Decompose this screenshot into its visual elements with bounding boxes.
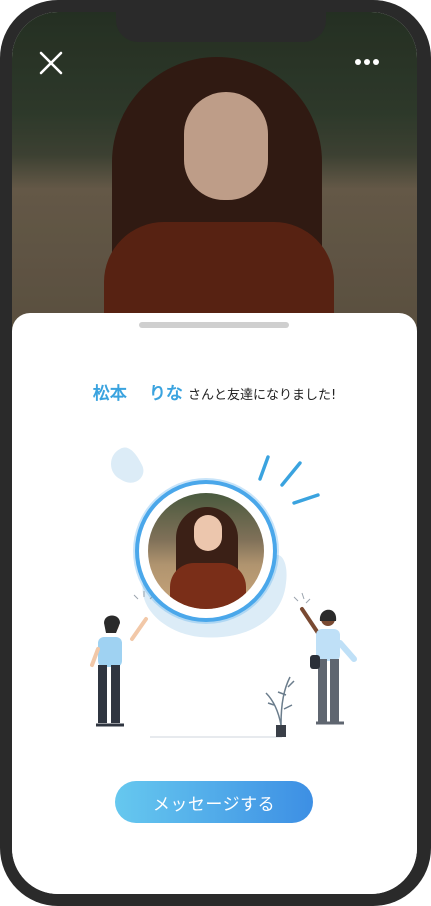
screen: 松本 りな さんと友達になりました! メッセージする: [12, 12, 417, 894]
friend-avatar: [135, 480, 277, 622]
plant-decoration: [265, 676, 295, 737]
sheet-grabber[interactable]: [139, 322, 289, 328]
avatar-person-face: [194, 515, 222, 551]
more-horizontal-icon: [355, 59, 379, 65]
send-message-button[interactable]: メッセージする: [115, 781, 313, 823]
friend-given-name: りな: [148, 384, 183, 404]
friend-added-suffix: さんと友達になりました!: [187, 388, 337, 403]
more-button[interactable]: [352, 52, 386, 72]
avatar-person-body: [170, 563, 246, 609]
close-icon: [39, 51, 63, 75]
friend-avatar-photo: [148, 493, 264, 609]
avatar-inner-ring: [139, 484, 273, 618]
close-button[interactable]: [38, 50, 64, 76]
friend-added-sheet: 松本 りな さんと友達になりました! メッセージする: [12, 313, 417, 894]
friend-added-message: 松本 りな さんと友達になりました!: [12, 379, 417, 404]
right-woman-figure: [300, 607, 357, 725]
sparkle-right: [293, 592, 311, 604]
friend-family-name: 松本: [92, 384, 127, 404]
notch: [116, 12, 326, 42]
illustration-blob-small: [111, 447, 144, 483]
phone-frame: 松本 りな さんと友達になりました! メッセージする: [0, 0, 431, 906]
left-woman-figure: [90, 615, 148, 727]
burst-lines: [258, 455, 320, 505]
